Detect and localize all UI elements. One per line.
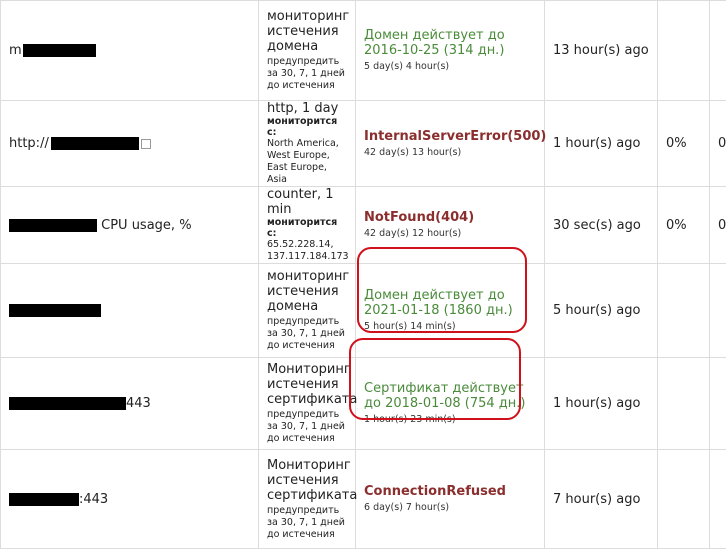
monitor-name-prefix: http:// xyxy=(9,136,49,151)
status-text: Домен действует до 2016-10-25 (314 дн.) xyxy=(364,28,536,58)
monitor-type-detail: предупредить за 30, 7, 1 дней до истечен… xyxy=(267,316,347,352)
status-text: InternalServerError(500) xyxy=(364,129,536,144)
table-row: m мониторинг истечения домена предупреди… xyxy=(1,1,726,101)
redacted-name xyxy=(9,304,101,317)
last-check-cell: 5 hour(s) ago xyxy=(545,264,658,358)
table-row: CPU usage, % counter, 1 min мониторится … xyxy=(1,187,726,264)
uptime-cell xyxy=(710,358,726,450)
monitor-type-cell: http, 1 day мониторится с: North America… xyxy=(259,101,356,187)
monitor-type: counter, 1 min xyxy=(267,187,347,217)
last-check: 7 hour(s) ago xyxy=(553,492,640,507)
redacted-name xyxy=(23,44,96,57)
monitored-from-label: мониторится с: xyxy=(267,217,347,239)
status-cell: NotFound(404) 42 day(s) 12 hour(s) xyxy=(356,187,545,264)
monitor-name-suffix: CPU usage, % xyxy=(97,218,192,233)
monitor-type: мониторинг истечения домена xyxy=(267,9,347,54)
monitor-type: Мониторинг истечения сертификата xyxy=(267,458,347,503)
monitor-type-cell: мониторинг истечения домена предупредить… xyxy=(259,264,356,358)
monitor-type: мониторинг истечения домена xyxy=(267,269,347,314)
uptime-cell xyxy=(658,1,710,101)
last-check: 30 sec(s) ago xyxy=(553,218,641,233)
monitors-table: m мониторинг истечения домена предупреди… xyxy=(0,0,726,549)
monitor-type-detail: предупредить за 30, 7, 1 дней до истечен… xyxy=(267,409,347,445)
table-row: http:// http, 1 day мониторится с: North… xyxy=(1,101,726,187)
monitor-type-detail: предупредить за 30, 7, 1 дней до истечен… xyxy=(267,56,347,92)
uptime-cell xyxy=(710,1,726,101)
monitor-name-cell[interactable] xyxy=(1,264,259,358)
status-cell: Домен действует до 2016-10-25 (314 дн.) … xyxy=(356,1,545,101)
status-cell: InternalServerError(500) 42 day(s) 13 ho… xyxy=(356,101,545,187)
last-check-cell: 7 hour(s) ago xyxy=(545,450,658,549)
uptime-cell xyxy=(658,358,710,450)
uptime-cell xyxy=(658,450,710,549)
last-check: 1 hour(s) ago xyxy=(553,136,640,151)
monitor-type-cell: counter, 1 min мониторится с: 65.52.228.… xyxy=(259,187,356,264)
status-cell: Домен действует до 2021-01-18 (1860 дн.)… xyxy=(356,264,545,358)
status-duration: 6 day(s) 7 hour(s) xyxy=(364,502,536,514)
table-row: 443 Мониторинг истечения сертификата пре… xyxy=(1,358,726,450)
monitor-name-suffix: :443 xyxy=(79,492,108,507)
status-text: ConnectionRefused xyxy=(364,484,536,499)
uptime-cell: 0% xyxy=(658,187,710,264)
monitor-type: http, 1 day xyxy=(267,101,347,116)
status-cell: Сертификат действует до 2018-01-08 (754 … xyxy=(356,358,545,450)
last-check-cell: 1 hour(s) ago xyxy=(545,358,658,450)
status-duration: 42 day(s) 12 hour(s) xyxy=(364,228,536,240)
redacted-name xyxy=(9,493,79,506)
table-row: :443 Мониторинг истечения сертификата пр… xyxy=(1,450,726,549)
uptime-2: 0% xyxy=(718,218,726,233)
status-duration: 5 hour(s) 14 min(s) xyxy=(364,321,536,333)
status-text: Домен действует до 2021-01-18 (1860 дн.) xyxy=(364,288,536,318)
last-check-cell: 30 sec(s) ago xyxy=(545,187,658,264)
last-check: 1 hour(s) ago xyxy=(553,396,640,411)
uptime-cell: 0% xyxy=(710,187,726,264)
status-text: Сертификат действует до 2018-01-08 (754 … xyxy=(364,381,536,411)
status-duration: 42 day(s) 13 hour(s) xyxy=(364,147,536,159)
monitor-type-cell: мониторинг истечения домена предупредить… xyxy=(259,1,356,101)
status-duration: 1 hour(s) 23 min(s) xyxy=(364,414,536,426)
redacted-name xyxy=(9,219,97,232)
monitor-name-suffix: 443 xyxy=(126,396,151,411)
last-check-cell: 13 hour(s) ago xyxy=(545,1,658,101)
table-row: мониторинг истечения домена предупредить… xyxy=(1,264,726,358)
monitor-name-cell[interactable]: http:// xyxy=(1,101,259,187)
uptime-cell: 0% xyxy=(710,101,726,187)
redacted-name xyxy=(51,137,139,150)
uptime-1: 0% xyxy=(666,136,687,151)
monitor-type-cell: Мониторинг истечения сертификата предупр… xyxy=(259,358,356,450)
uptime-cell: 0% xyxy=(658,101,710,187)
uptime-cell xyxy=(710,264,726,358)
monitor-name-cell[interactable]: :443 xyxy=(1,450,259,549)
last-check: 5 hour(s) ago xyxy=(553,303,640,318)
monitor-type: Мониторинг истечения сертификата xyxy=(267,362,347,407)
status-cell: ConnectionRefused 6 day(s) 7 hour(s) xyxy=(356,450,545,549)
monitored-from-label: мониторится с: xyxy=(267,116,347,138)
last-check: 13 hour(s) ago xyxy=(553,43,649,58)
monitor-name-cell[interactable]: CPU usage, % xyxy=(1,187,259,264)
redacted-name xyxy=(9,397,126,410)
uptime-cell xyxy=(710,450,726,549)
monitor-name-cell[interactable]: 443 xyxy=(1,358,259,450)
status-text: NotFound(404) xyxy=(364,210,536,225)
uptime-2: 0% xyxy=(718,136,726,151)
uptime-1: 0% xyxy=(666,218,687,233)
status-duration: 5 day(s) 4 hour(s) xyxy=(364,61,536,73)
monitor-name-cell[interactable]: m xyxy=(1,1,259,101)
external-link-icon[interactable] xyxy=(141,139,151,149)
monitor-type-cell: Мониторинг истечения сертификата предупр… xyxy=(259,450,356,549)
last-check-cell: 1 hour(s) ago xyxy=(545,101,658,187)
monitor-name-prefix: m xyxy=(9,43,22,58)
monitor-type-detail: 65.52.228.14, 137.117.184.173 xyxy=(267,239,347,263)
uptime-cell xyxy=(658,264,710,358)
monitor-type-detail: North America, West Europe, East Europe,… xyxy=(267,138,347,186)
